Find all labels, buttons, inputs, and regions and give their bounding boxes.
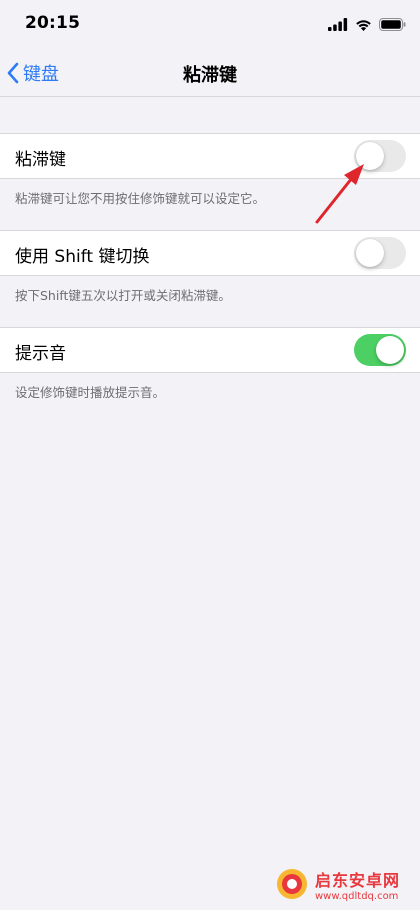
shift-toggle-label: 使用 Shift 键切换: [15, 247, 150, 267]
watermark-name: 启东安卓网: [315, 870, 401, 890]
cellular-signal-icon: [328, 17, 348, 31]
toggle-knob: [356, 239, 384, 267]
sound-row: 提示音: [0, 327, 420, 373]
status-time: 20:15: [25, 13, 81, 33]
nav-divider: [0, 96, 420, 97]
sticky-keys-footer: 粘滞键可让您不用按住修饰键就可以设定它。: [15, 191, 266, 206]
page-title: 粘滞键: [183, 65, 237, 86]
toggle-knob: [356, 142, 384, 170]
sound-footer: 设定修饰键时播放提示音。: [15, 385, 166, 400]
sound-label: 提示音: [15, 344, 66, 364]
battery-icon: [379, 17, 406, 31]
shift-toggle-footer: 按下Shift键五次以打开或关闭粘滞键。: [15, 288, 231, 303]
status-bar: 20:15: [0, 0, 420, 50]
watermark-url: www.qdltdq.com: [315, 890, 399, 902]
sticky-keys-toggle[interactable]: [354, 140, 406, 172]
sound-toggle[interactable]: [354, 334, 406, 366]
wifi-icon: [356, 19, 371, 31]
sticky-keys-label: 粘滞键: [15, 150, 66, 170]
shift-toggle-row: 使用 Shift 键切换: [0, 230, 420, 276]
watermark-logo-icon: [277, 869, 307, 899]
status-icons: [328, 16, 406, 32]
sticky-keys-row: 粘滞键: [0, 133, 420, 179]
navigation-bar: 键盘 粘滞键: [0, 50, 420, 96]
toggle-knob: [376, 336, 404, 364]
shift-toggle-switch[interactable]: [354, 237, 406, 269]
watermark: 启东安卓网 www.qdltdq.com: [275, 858, 420, 910]
